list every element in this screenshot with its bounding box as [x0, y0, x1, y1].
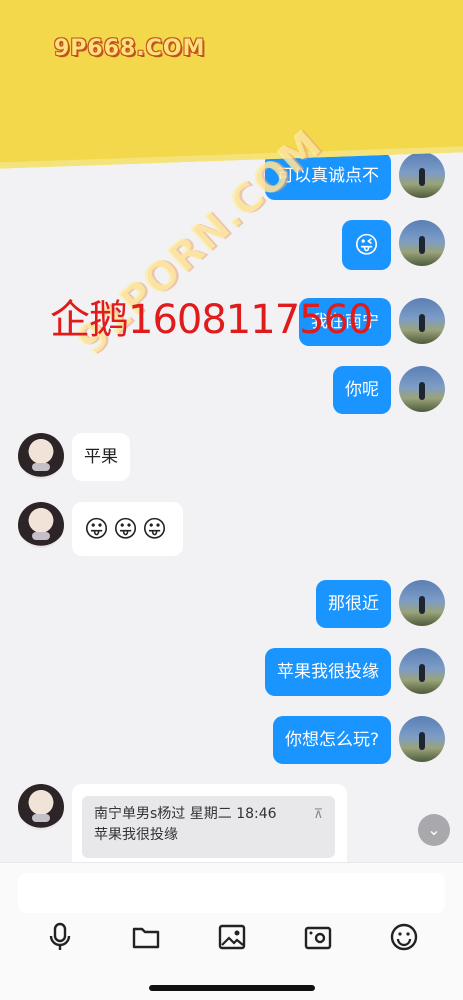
- watermark-contact: 企鹅1608117560: [50, 297, 373, 343]
- camera-icon[interactable]: [302, 921, 334, 953]
- avatar[interactable]: [399, 298, 445, 344]
- chat-area[interactable]: 可以真诚点不 😜 我在南宁 你呢 平果 😛😛😛 那很近 苹果我很投缘 你想怎么玩…: [0, 0, 463, 862]
- avatar[interactable]: [399, 152, 445, 198]
- message-text: 你呢: [345, 380, 379, 400]
- quote-header: 南宁单男s杨过 星期二 18:46: [94, 806, 277, 822]
- home-indicator[interactable]: [149, 985, 315, 991]
- composer-toolbar: [0, 921, 463, 957]
- message-text: 那很近: [328, 594, 379, 614]
- message-bubble[interactable]: 你呢: [333, 366, 391, 414]
- avatar[interactable]: [18, 502, 64, 548]
- message-bubble[interactable]: 平果: [72, 433, 130, 481]
- avatar[interactable]: [399, 716, 445, 762]
- message-text: 😜: [353, 231, 379, 259]
- microphone-icon[interactable]: [44, 921, 76, 953]
- avatar[interactable]: [18, 784, 64, 830]
- message-text: 平果: [84, 447, 118, 467]
- image-icon[interactable]: [216, 921, 248, 953]
- message-bubble[interactable]: 你想怎么玩?: [272, 716, 391, 764]
- avatar[interactable]: [399, 220, 445, 266]
- watermark-brand: 9P668.COM: [54, 36, 206, 61]
- message-bubble[interactable]: 南宁单男s杨过 星期二 18:46 苹果我很投缘 ⊼: [72, 784, 347, 862]
- message-bubble[interactable]: 😜: [341, 220, 391, 270]
- message-text: 你想怎么玩?: [284, 730, 379, 750]
- message-text: 😛😛😛: [84, 515, 172, 543]
- watermark-banner: [0, 0, 463, 170]
- pin-icon: ⊼: [313, 807, 323, 822]
- message-bubble[interactable]: 苹果我很投缘: [265, 648, 391, 696]
- scroll-down-button[interactable]: ⌄: [418, 814, 450, 846]
- message-bubble[interactable]: 那很近: [316, 580, 391, 628]
- quoted-message[interactable]: 南宁单男s杨过 星期二 18:46 苹果我很投缘 ⊼: [82, 796, 335, 858]
- avatar[interactable]: [399, 648, 445, 694]
- folder-icon[interactable]: [130, 921, 162, 953]
- chevron-down-icon: ⌄: [427, 820, 441, 839]
- message-text: 苹果我很投缘: [277, 662, 379, 682]
- avatar[interactable]: [399, 580, 445, 626]
- avatar[interactable]: [399, 366, 445, 412]
- quote-body: 苹果我很投缘: [94, 827, 178, 843]
- avatar[interactable]: [18, 433, 64, 479]
- emoji-icon[interactable]: [388, 921, 420, 953]
- message-bubble[interactable]: 😛😛😛: [72, 502, 184, 556]
- composer: [0, 862, 463, 1000]
- message-input[interactable]: [18, 873, 445, 913]
